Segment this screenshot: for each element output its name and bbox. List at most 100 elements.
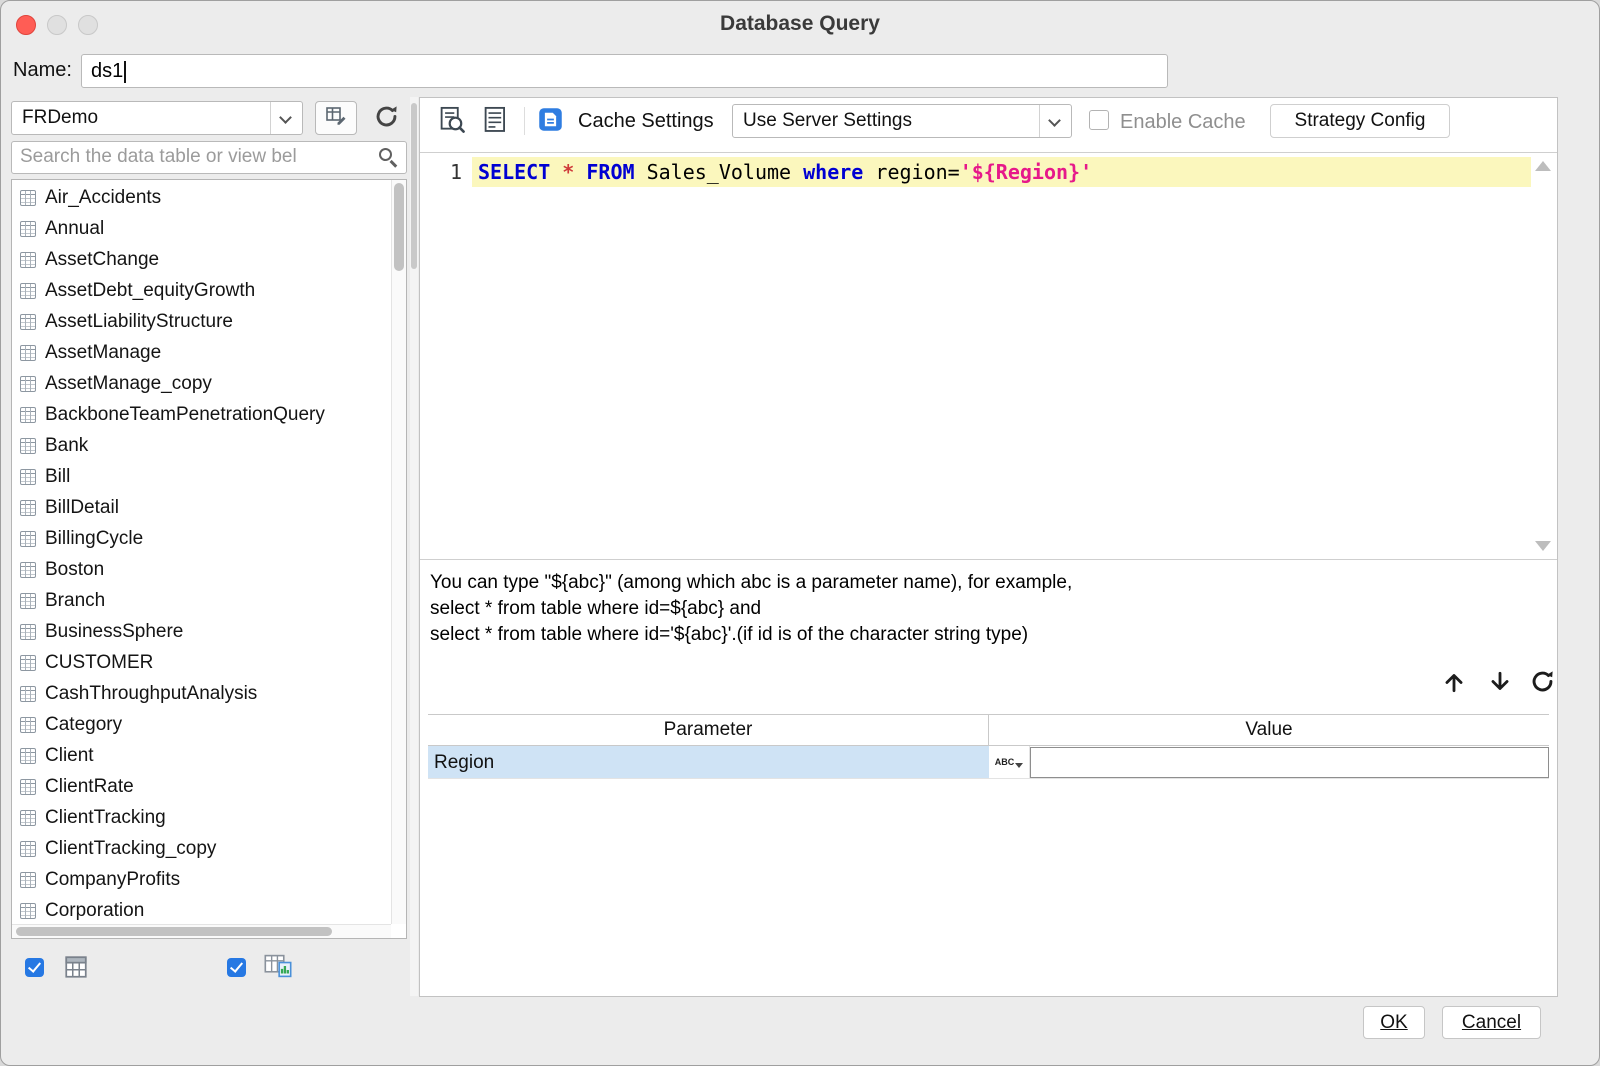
cache-mode-value: Use Server Settings <box>743 110 912 131</box>
chevron-down-icon <box>270 102 302 134</box>
table-list-item[interactable]: ClientRate <box>12 771 391 802</box>
line-number: 1 <box>449 160 462 184</box>
left-panel-scrollbar-thumb[interactable] <box>411 103 417 269</box>
help-line: You can type "${abc}" (among which abc i… <box>430 572 1073 593</box>
table-edit-icon <box>324 104 348 133</box>
table-list-item[interactable]: Branch <box>12 585 391 616</box>
table-list-item[interactable]: Category <box>12 709 391 740</box>
table-icon <box>20 344 36 361</box>
param-value-input[interactable] <box>1030 747 1549 778</box>
table-icon <box>20 747 36 764</box>
table-icon <box>20 375 36 392</box>
value-column-header: Value <box>1245 719 1293 740</box>
list-horizontal-scrollbar-thumb[interactable] <box>16 927 332 936</box>
parameter-type-cell[interactable]: ABC <box>989 746 1030 778</box>
table-icon <box>20 685 36 702</box>
view-table-icon <box>263 951 293 986</box>
table-list-item[interactable]: Annual <box>12 213 391 244</box>
table-list-item[interactable]: ClientTracking <box>12 802 391 833</box>
table-list-item[interactable]: ClientTracking_copy <box>12 833 391 864</box>
refresh-tables-button[interactable] <box>365 102 407 135</box>
strategy-config-button[interactable]: Strategy Config <box>1270 104 1450 138</box>
format-sql-button[interactable] <box>480 106 512 138</box>
move-parameter-down-button[interactable] <box>1486 670 1514 698</box>
table-list-item[interactable]: AssetManage <box>12 337 391 368</box>
table-list-item[interactable]: AssetLiabilityStructure <box>12 306 391 337</box>
cache-mode-select[interactable]: Use Server Settings <box>732 104 1072 138</box>
table-icon <box>20 654 36 671</box>
text-cursor <box>124 60 127 83</box>
table-list-item[interactable]: CompanyProfits <box>12 864 391 895</box>
table-icon <box>20 902 36 919</box>
table-icon <box>20 716 36 733</box>
parameter-help-text: You can type "${abc}" (among which abc i… <box>430 570 1072 648</box>
window-title: Database Query <box>720 12 880 35</box>
list-horizontal-scrollbar[interactable] <box>12 924 391 938</box>
table-list-item[interactable]: Corporation <box>12 895 391 926</box>
table-icon <box>20 282 36 299</box>
ok-button[interactable]: OK <box>1363 1006 1425 1039</box>
table-icon <box>20 189 36 206</box>
table-name: BackboneTeamPenetrationQuery <box>45 403 325 425</box>
table-icon <box>20 778 36 795</box>
table-list-item[interactable]: Client <box>12 740 391 771</box>
table-name: AssetDebt_equityGrowth <box>45 279 256 301</box>
refresh-parameters-button[interactable] <box>1528 670 1556 698</box>
table-list-item[interactable]: CUSTOMER <box>12 647 391 678</box>
table-list-item[interactable]: Boston <box>12 554 391 585</box>
table-icon <box>20 840 36 857</box>
search-input[interactable] <box>12 142 362 171</box>
table-list-item[interactable]: Air_Accidents <box>12 182 391 213</box>
table-icon <box>20 623 36 640</box>
table-icon <box>20 499 36 516</box>
parameter-table: Parameter Value Region ABC <box>428 714 1549 779</box>
help-line: select * from table where id=${abc} and <box>430 598 762 619</box>
scroll-up-arrow[interactable] <box>1535 161 1551 171</box>
show-views-checkbox[interactable] <box>227 958 246 977</box>
table-name: Bank <box>45 434 89 456</box>
string-type-icon: ABC <box>995 757 1024 768</box>
cancel-button[interactable]: Cancel <box>1442 1006 1541 1039</box>
list-vertical-scrollbar[interactable] <box>391 180 406 924</box>
name-input[interactable]: ds1 <box>81 54 1168 88</box>
move-parameter-up-button[interactable] <box>1440 670 1468 698</box>
table-icon <box>20 561 36 578</box>
table-list-item[interactable]: AssetChange <box>12 244 391 275</box>
connection-select[interactable]: FRDemo <box>11 101 303 135</box>
cache-settings-button[interactable] <box>536 108 564 136</box>
table-list-item[interactable]: Bank <box>12 430 391 461</box>
table-name: BillingCycle <box>45 527 144 549</box>
table-list-item[interactable]: Bill <box>12 461 391 492</box>
table-list-item[interactable]: AssetDebt_equityGrowth <box>12 275 391 306</box>
show-tables-checkbox[interactable] <box>25 958 44 977</box>
table-name: ClientRate <box>45 775 134 797</box>
table-icon <box>20 220 36 237</box>
table-list-item[interactable]: BillingCycle <box>12 523 391 554</box>
enable-cache-checkbox[interactable] <box>1089 110 1109 130</box>
refresh-icon <box>1529 668 1556 700</box>
document-grid-icon <box>481 105 511 140</box>
query-panel: Cache Settings Use Server Settings Enabl… <box>419 97 1558 997</box>
parameter-name-cell[interactable]: Region <box>428 746 989 778</box>
database-query-dialog: Database Query Name: ds1 FRDemo Air_Acci… <box>0 0 1600 1066</box>
table-name: Branch <box>45 589 106 611</box>
scroll-down-arrow[interactable] <box>1535 541 1551 551</box>
parameter-value-cell <box>1030 747 1549 778</box>
sql-editor[interactable]: 1 SELECT * FROM Sales_Volume where regio… <box>420 152 1557 560</box>
table-icon <box>20 530 36 547</box>
table-icon <box>20 809 36 826</box>
data-table-icon <box>63 954 89 985</box>
table-list-item[interactable]: BillDetail <box>12 492 391 523</box>
table-list-item[interactable]: BackboneTeamPenetrationQuery <box>12 399 391 430</box>
table-icon <box>20 871 36 888</box>
edit-connection-button[interactable] <box>315 101 357 135</box>
table-list-item[interactable]: BusinessSphere <box>12 616 391 647</box>
preview-query-button[interactable] <box>436 106 468 138</box>
table-name: Client <box>45 744 94 766</box>
list-vertical-scrollbar-thumb[interactable] <box>394 183 404 271</box>
table-list-item[interactable]: AssetManage_copy <box>12 368 391 399</box>
table-name: AssetChange <box>45 248 160 270</box>
table-icon <box>20 592 36 609</box>
table-list-item[interactable]: CashThroughputAnalysis <box>12 678 391 709</box>
table-name: CompanyProfits <box>45 868 181 890</box>
